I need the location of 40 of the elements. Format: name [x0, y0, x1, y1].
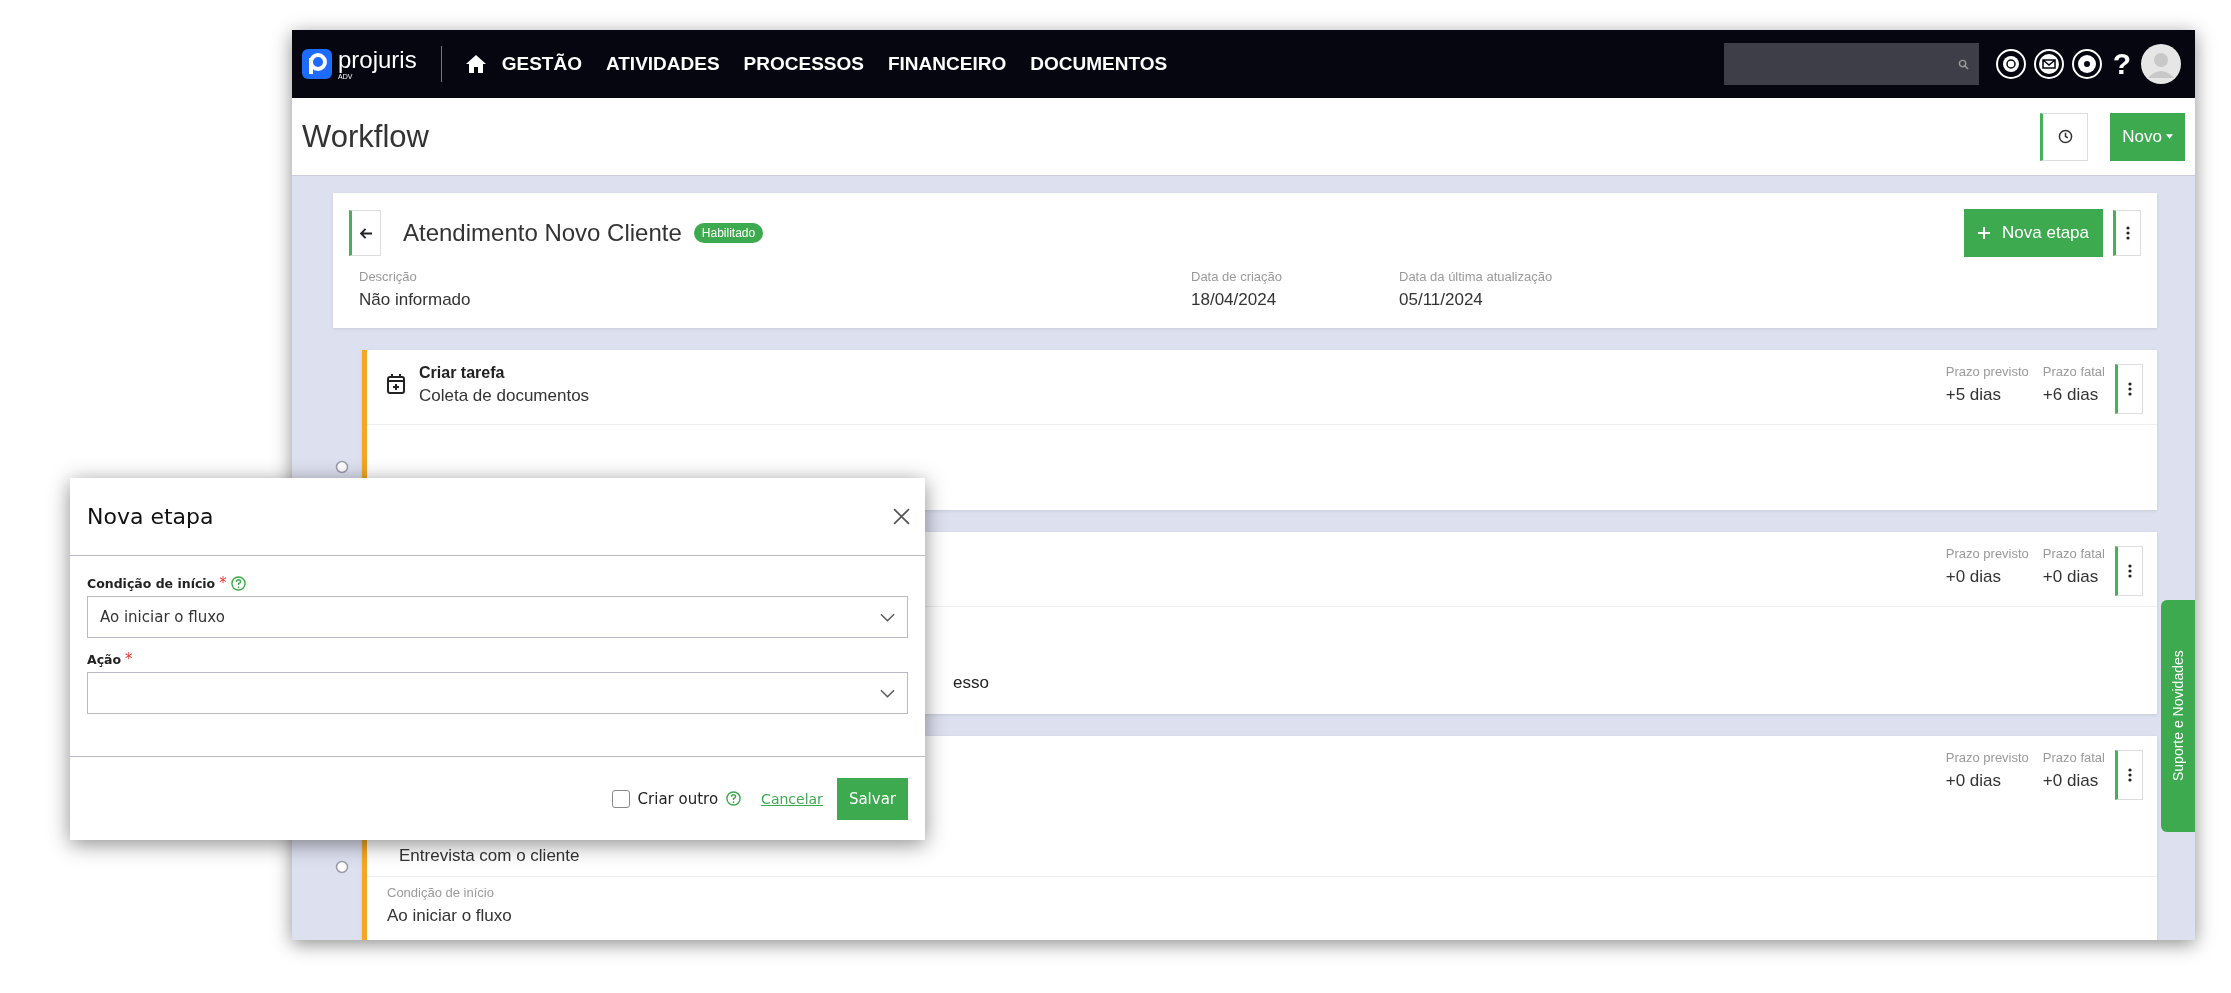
- deadline-value: +0 dias: [2042, 567, 2100, 587]
- step-detail-text: esso: [953, 673, 990, 693]
- field-label: Condição de início: [387, 885, 495, 900]
- help-link[interactable]: ?: [2112, 47, 2131, 81]
- dialog-title: Nova etapa: [87, 504, 214, 529]
- deadline-label: Prazo fatal: [2042, 364, 2105, 379]
- deadline-label: Prazo previsto: [1945, 364, 2029, 379]
- field-label: Condição de início: [87, 575, 216, 591]
- field-value: Não informado: [359, 290, 472, 310]
- select-field[interactable]: Ao iniciar o fluxo: [87, 596, 908, 638]
- workflow-title: Atendimento Novo Cliente: [403, 219, 682, 247]
- page-title: Workflow: [302, 118, 429, 155]
- deadline-label: Prazo previsto: [1945, 546, 2029, 561]
- step-action: Criar tarefa: [419, 364, 506, 382]
- field-value: 05/11/2024: [1399, 290, 1484, 310]
- deadline-value: +0 dias: [1945, 771, 2003, 791]
- required-mark: *: [125, 650, 133, 668]
- field-value: Ao iniciar o fluxo: [387, 906, 513, 926]
- field-label: Data de criação: [1191, 269, 1284, 284]
- checkbox-label: Criar outro: [637, 789, 719, 808]
- deadline-label: Prazo fatal: [2042, 546, 2105, 561]
- menu-link[interactable]: GESTÃO: [501, 53, 582, 75]
- field-label: Descrição: [359, 269, 418, 284]
- deadline-value: +0 dias: [1945, 567, 2003, 587]
- status-badge: Habilitado: [693, 223, 764, 243]
- required-mark: *: [219, 574, 227, 592]
- menu-link[interactable]: DOCUMENTOS: [1030, 53, 1168, 75]
- deadline-value: +5 dias: [1945, 385, 2003, 405]
- deadline-label: Prazo fatal: [2042, 750, 2105, 765]
- field-label: Ação: [87, 651, 122, 667]
- step-name: Coleta de documentos: [419, 386, 590, 406]
- deadline-label: Prazo previsto: [1945, 750, 2029, 765]
- field-label: Data da última atualização: [1399, 269, 1553, 284]
- deadline-value: +6 dias: [2042, 385, 2100, 405]
- deadline-value: +0 dias: [2042, 771, 2100, 791]
- menu-link[interactable]: FINANCEIRO: [888, 53, 1007, 75]
- field-value: 18/04/2024: [1191, 290, 1278, 310]
- menu-link[interactable]: ATIVIDADES: [605, 53, 720, 75]
- menu-link[interactable]: PROCESSOS: [743, 53, 864, 75]
- step-name: Entrevista com o cliente: [399, 846, 580, 866]
